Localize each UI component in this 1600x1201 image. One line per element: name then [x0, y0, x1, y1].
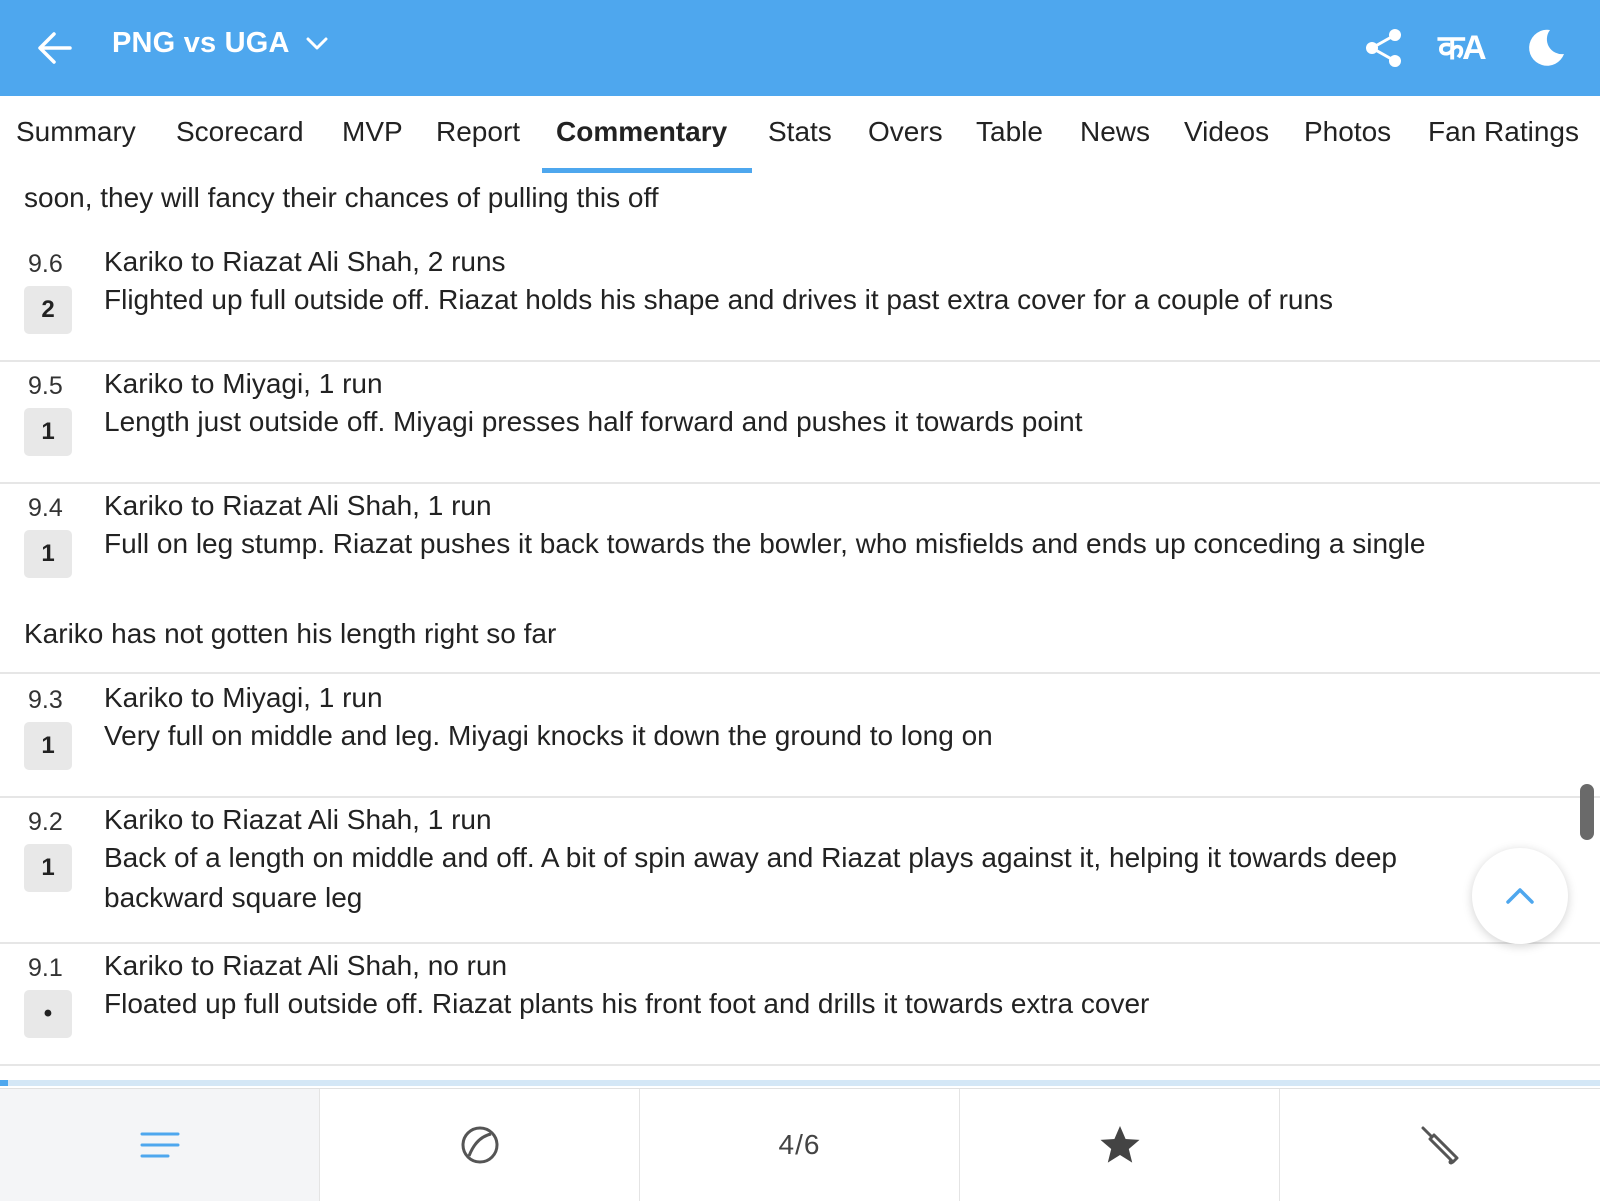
- ball-row: 9.3 1 Kariko to Miyagi, 1 run Very full …: [0, 676, 1600, 798]
- ball-row: 9.5 1 Kariko to Miyagi, 1 run Length jus…: [0, 362, 1600, 484]
- scroll-to-top-button[interactable]: [1472, 848, 1568, 944]
- moon-icon: [1529, 29, 1564, 66]
- over-number: 9.3: [28, 686, 63, 714]
- ball-description: Full on leg stump. Riazat pushes it back…: [104, 528, 1426, 559]
- back-button[interactable]: [36, 28, 76, 68]
- tab-report[interactable]: Report: [436, 116, 520, 148]
- language-button[interactable]: कA: [1438, 26, 1487, 70]
- boundaries-label: 4/6: [778, 1129, 821, 1160]
- match-title: PNG vs UGA: [112, 27, 290, 59]
- tab-videos[interactable]: Videos: [1184, 116, 1269, 148]
- ball-icon: [461, 1126, 498, 1164]
- nav-commentary[interactable]: [0, 1089, 320, 1201]
- nav-batting[interactable]: [1280, 1089, 1599, 1201]
- ball-description: Length just outside off. Miyagi presses …: [104, 406, 1083, 437]
- ball-description: Flighted up full outside off. Riazat hol…: [104, 284, 1334, 315]
- chevron-up-icon: [1506, 888, 1534, 904]
- nav-ball-by-ball[interactable]: [320, 1089, 640, 1201]
- ball-headline: Kariko to Miyagi, 1 run: [104, 682, 383, 713]
- scrollbar-thumb[interactable]: [1580, 784, 1594, 840]
- tab-table[interactable]: Table: [976, 116, 1043, 148]
- over-number: 9.2: [28, 808, 63, 836]
- runs-badge: 2: [24, 286, 72, 334]
- match-tabs: Summary Scorecard MVP Report Commentary …: [0, 96, 1600, 174]
- ball-row: 9.2 1 Kariko to Riazat Ali Shah, 1 run B…: [0, 798, 1600, 944]
- ball-headline: Kariko to Riazat Ali Shah, no run: [104, 950, 508, 981]
- tab-stats[interactable]: Stats: [768, 116, 832, 148]
- app-header: PNG vs UGA कA: [0, 0, 1600, 96]
- ball-description: Floated up full outside off. Riazat plan…: [104, 988, 1150, 1019]
- over-number: 9.5: [28, 372, 63, 400]
- runs-badge: 1: [24, 844, 72, 892]
- ball-row: 9.4 1 Kariko to Riazat Ali Shah, 1 run F…: [0, 484, 1600, 596]
- tab-overs[interactable]: Overs: [868, 116, 943, 148]
- nav-boundaries[interactable]: 4/6: [640, 1089, 960, 1201]
- match-selector[interactable]: PNG vs UGA: [112, 27, 328, 60]
- cricket-bat-icon: [1421, 1126, 1458, 1165]
- ball-headline: Kariko to Miyagi, 1 run: [104, 368, 383, 399]
- tab-mvp[interactable]: MVP: [342, 116, 403, 148]
- over-number: 9.4: [28, 494, 63, 522]
- tab-news[interactable]: News: [1080, 116, 1150, 148]
- tab-photos[interactable]: Photos: [1304, 116, 1391, 148]
- progress-bar: [0, 1080, 1600, 1086]
- theme-toggle[interactable]: [1522, 26, 1566, 70]
- active-tab-indicator: [542, 168, 752, 173]
- over-number: 9.6: [28, 250, 63, 278]
- share-button[interactable]: [1362, 26, 1406, 70]
- progress-fill: [0, 1080, 8, 1086]
- runs-badge: 1: [24, 722, 72, 770]
- runs-badge: 1: [24, 408, 72, 456]
- tab-summary[interactable]: Summary: [16, 116, 136, 148]
- bottom-nav: 4/6: [0, 1088, 1600, 1201]
- over-number: 9.1: [28, 954, 63, 982]
- tab-commentary[interactable]: Commentary: [556, 116, 727, 148]
- ball-headline: Kariko to Riazat Ali Shah, 1 run: [104, 804, 492, 835]
- menu-lines-icon: [140, 1132, 179, 1158]
- nav-highlights[interactable]: [960, 1089, 1280, 1201]
- tab-scorecard[interactable]: Scorecard: [176, 116, 304, 148]
- commentary-note: soon, they will fancy their chances of p…: [24, 182, 659, 213]
- ball-headline: Kariko to Riazat Ali Shah, 2 runs: [104, 246, 506, 277]
- language-label: कA: [1438, 29, 1487, 67]
- chevron-down-icon: [306, 37, 328, 49]
- commentary-feed[interactable]: soon, they will fancy their chances of p…: [0, 174, 1600, 1074]
- tab-fan-ratings[interactable]: Fan Ratings: [1428, 116, 1579, 148]
- runs-badge: •: [24, 990, 72, 1038]
- arrow-left-icon: [38, 32, 72, 64]
- commentary-note: Kariko has not gotten his length right s…: [24, 618, 557, 649]
- star-icon: [1100, 1126, 1139, 1163]
- share-icon: [1366, 29, 1401, 67]
- ball-description: Back of a length on middle and off. A bi…: [104, 842, 1397, 913]
- runs-badge: 1: [24, 530, 72, 578]
- ball-description: Very full on middle and leg. Miyagi knoc…: [104, 720, 993, 751]
- ball-headline: Kariko to Riazat Ali Shah, 1 run: [104, 490, 492, 521]
- divider: [0, 672, 1600, 674]
- ball-row: 9.6 2 Kariko to Riazat Ali Shah, 2 runs …: [0, 240, 1600, 362]
- ball-row: 9.1 • Kariko to Riazat Ali Shah, no run …: [0, 944, 1600, 1066]
